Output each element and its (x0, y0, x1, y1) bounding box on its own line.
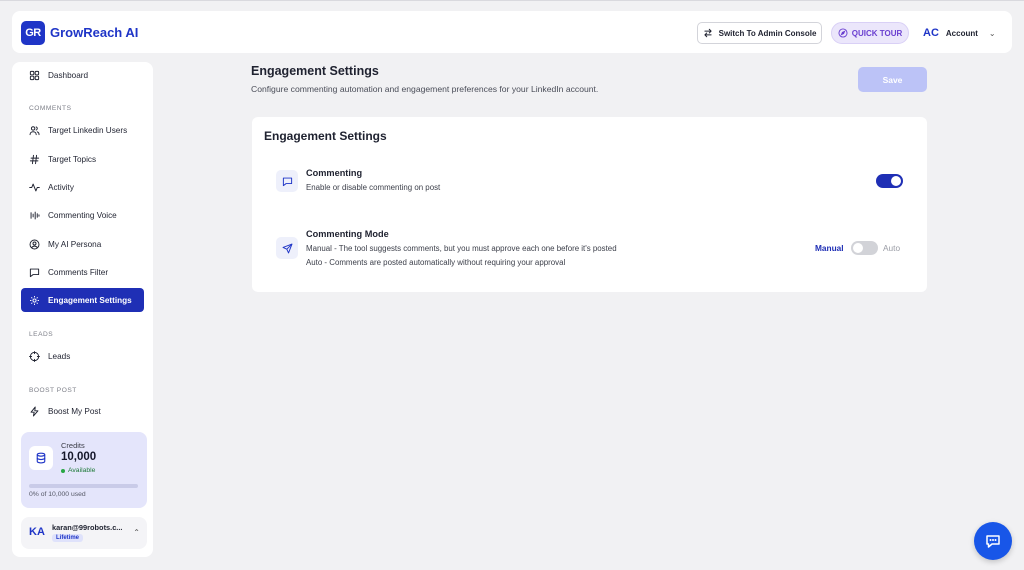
sidebar-item-label: Target Topics (48, 154, 97, 164)
switch-admin-console-button[interactable]: Switch To Admin Console (697, 22, 822, 44)
chevron-up-icon: ⌃ (133, 528, 140, 537)
sidebar-item-label: My AI Persona (48, 239, 102, 249)
header: GR GrowReach AI Switch To Admin Console … (12, 11, 1012, 53)
sidebar: Dashboard COMMENTS Target Linkedin Users… (12, 62, 153, 557)
credits-progress-bar (29, 484, 138, 488)
commenting-title: Commenting (306, 168, 363, 178)
credits-card: Credits 10,000 Available 0% of 10,000 us… (21, 432, 147, 508)
sidebar-item-label: Activity (48, 182, 74, 192)
lightning-icon (30, 406, 39, 416)
sidebar-item-label: Target Linkedin Users (48, 125, 128, 135)
commenting-toggle[interactable] (876, 174, 903, 188)
chat-bubble-icon (276, 170, 298, 192)
commenting-description: Enable or disable commenting on post (306, 183, 441, 192)
chevron-down-icon: ⌄ (988, 28, 996, 38)
card-title: Engagement Settings (264, 129, 387, 143)
mode-auto-label[interactable]: Auto (883, 243, 900, 253)
account-label: Account (945, 28, 978, 38)
quick-tour-label: QUICK TOUR (851, 28, 903, 38)
account-menu[interactable]: AC Account ⌄ (917, 22, 1002, 44)
user-email: karan@99robots.c... (52, 523, 123, 532)
top-bar: GR GrowReach AI Switch To Admin Console … (0, 0, 1024, 62)
send-icon (276, 237, 298, 259)
engagement-settings-card: Engagement Settings Commenting Enable or… (252, 117, 927, 292)
status-dot-icon (61, 468, 65, 473)
app-name[interactable]: GrowReach AI (50, 25, 138, 40)
sidebar-item-commenting-voice[interactable]: Commenting Voice (21, 203, 144, 227)
commenting-mode-toggle[interactable] (851, 241, 878, 255)
target-icon (29, 350, 40, 362)
compass-icon (838, 28, 848, 38)
user-profile-menu[interactable]: KA karan@99robots.c... Lifetime ⌃ (21, 517, 147, 549)
page-title: Engagement Settings (251, 64, 379, 78)
chat-support-button[interactable] (974, 522, 1012, 560)
credits-title: Credits (61, 441, 85, 450)
app-logo[interactable]: GR (21, 21, 45, 45)
sidebar-item-label: Engagement Settings (48, 295, 132, 305)
section-leads: LEADS (29, 331, 54, 338)
quick-tour-button[interactable]: QUICK TOUR (831, 22, 909, 44)
account-avatar: AC (923, 27, 939, 39)
hash-icon (29, 154, 40, 164)
toggle-knob (891, 176, 901, 186)
commenting-mode-auto-description: Auto - Comments are posted automatically… (306, 258, 566, 267)
activity-icon (29, 183, 40, 191)
user-avatar: KA (29, 526, 45, 538)
plan-badge: Lifetime (52, 534, 84, 542)
section-boost-post: BOOST POST (29, 387, 77, 394)
comment-icon (29, 268, 40, 277)
commenting-mode-manual-description: Manual - The tool suggests comments, but… (306, 244, 617, 253)
toggle-knob (853, 243, 863, 253)
mode-manual-label[interactable]: Manual (815, 243, 844, 253)
gear-icon (30, 295, 39, 305)
sidebar-item-target-topics[interactable]: Target Topics (21, 147, 144, 171)
credits-usage: 0% of 10,000 used (29, 491, 86, 498)
page-subtitle: Configure commenting automation and enga… (251, 84, 599, 94)
credits-status-label: Available (68, 467, 96, 474)
sidebar-item-activity[interactable]: Activity (21, 175, 144, 199)
credits-value: 10,000 (61, 451, 97, 463)
user-circle-icon (29, 239, 40, 249)
sidebar-item-ai-persona[interactable]: My AI Persona (21, 232, 144, 256)
sidebar-item-leads[interactable]: Leads (21, 344, 144, 368)
save-button[interactable]: Save (858, 67, 927, 92)
sidebar-item-label: Commenting Voice (48, 210, 117, 220)
commenting-mode-title: Commenting Mode (306, 229, 389, 239)
sidebar-item-dashboard[interactable]: Dashboard (21, 63, 144, 87)
sidebar-item-label: Boost My Post (48, 406, 101, 416)
chat-icon (986, 535, 1000, 548)
dashboard-icon (29, 70, 40, 80)
swap-arrows-icon (704, 28, 712, 38)
database-icon (29, 446, 53, 470)
switch-admin-console-label: Switch To Admin Console (718, 28, 817, 38)
sidebar-item-target-users[interactable]: Target Linkedin Users (21, 118, 144, 142)
sidebar-item-label: Leads (48, 351, 71, 361)
sidebar-item-engagement-settings[interactable]: Engagement Settings (21, 288, 144, 312)
sidebar-item-label: Dashboard (48, 70, 89, 80)
section-comments: COMMENTS (29, 105, 72, 112)
sidebar-item-label: Comments Filter (48, 267, 109, 277)
credits-status: Available (61, 467, 95, 474)
users-icon (29, 125, 40, 135)
sidebar-item-boost-my-post[interactable]: Boost My Post (21, 399, 144, 423)
voice-wave-icon (30, 211, 40, 219)
sidebar-item-comments-filter[interactable]: Comments Filter (21, 260, 144, 284)
